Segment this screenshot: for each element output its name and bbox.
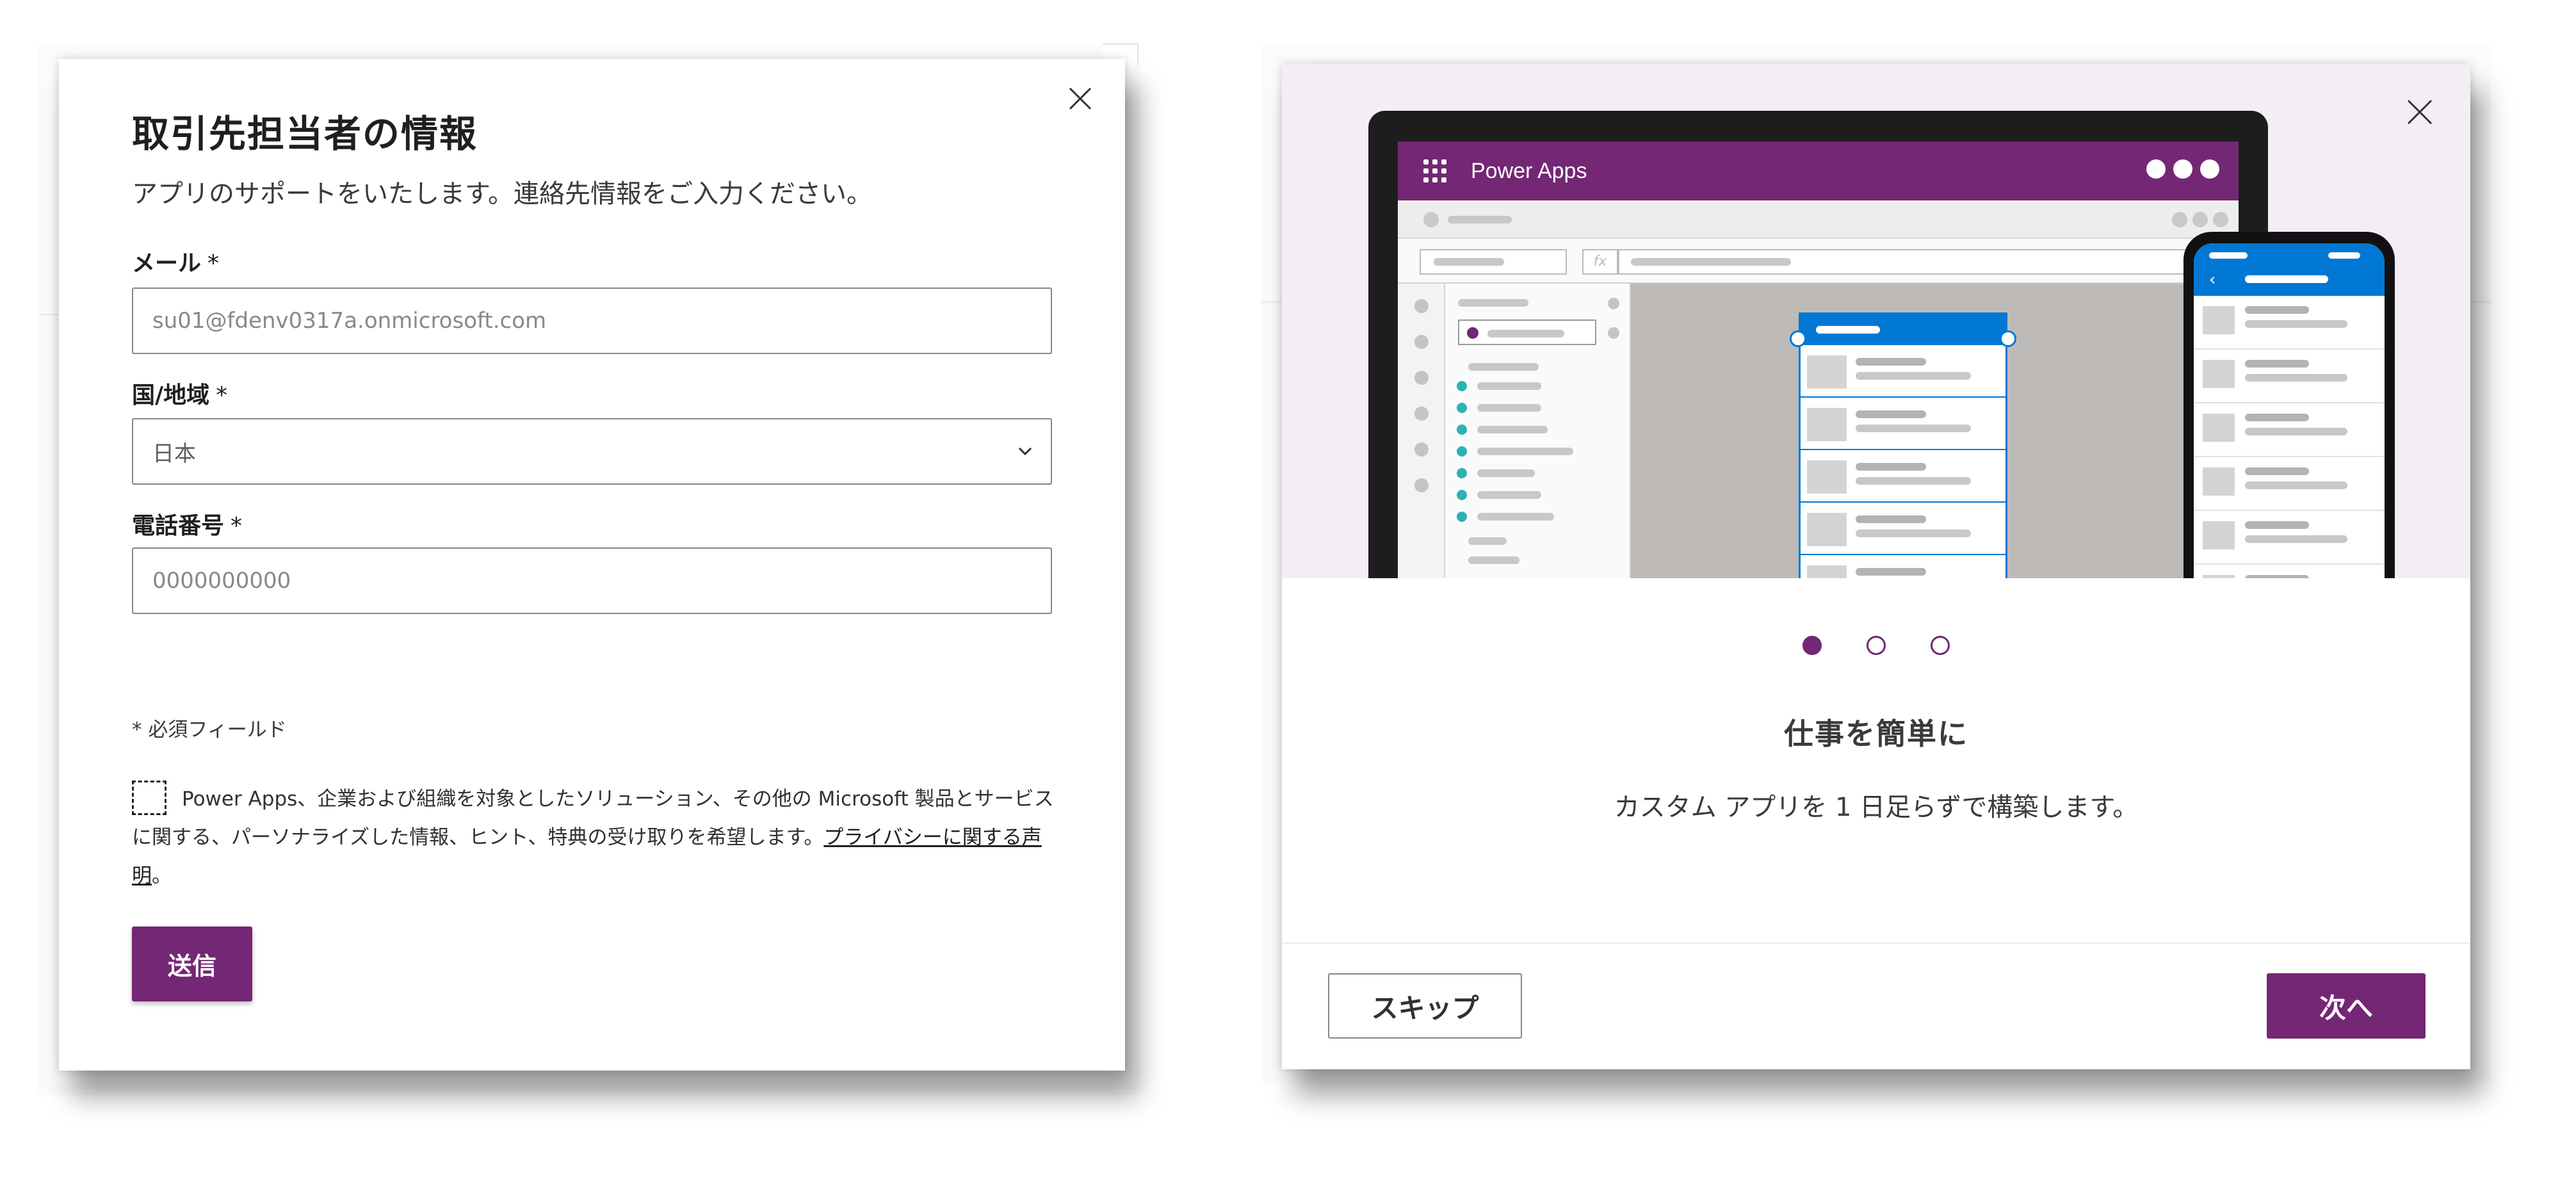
tree-view-pane — [1445, 284, 1631, 578]
consent-checkbox[interactable] — [132, 780, 166, 815]
country-label-text: 国/地域 — [132, 382, 210, 409]
phone-input[interactable] — [152, 549, 1051, 613]
contact-info-dialog: 取引先担当者の情報 アプリのサポートをいたします。連絡先情報をご入力ください。 … — [59, 59, 1125, 1071]
close-button[interactable] — [2399, 91, 2441, 133]
close-button[interactable] — [1061, 79, 1099, 118]
required-mark: * — [231, 513, 243, 539]
formula-row: fx — [1398, 239, 2239, 284]
required-fields-note: * 必須フィールド — [132, 718, 287, 741]
country-label: 国/地域 * — [132, 376, 227, 410]
required-mark: * — [207, 250, 220, 277]
gallery-control — [1799, 312, 2007, 578]
waffle-icon — [1423, 159, 1446, 182]
phone-label-text: 電話番号 — [132, 513, 225, 539]
command-row — [1398, 200, 2239, 239]
more-icon — [2146, 159, 2219, 179]
submit-button[interactable]: 送信 — [132, 927, 252, 1001]
country-select[interactable]: 日本 — [132, 418, 1052, 485]
app-header-bar: Power Apps — [1398, 142, 2239, 200]
consent-suffix: 。 — [152, 864, 172, 887]
laptop-screen: Power Apps fx — [1398, 142, 2239, 578]
phone-label: 電話番号 * — [132, 507, 242, 540]
pager-dot[interactable] — [1931, 636, 1950, 655]
country-selected-value: 日本 — [152, 441, 196, 467]
laptop-illustration: Power Apps fx — [1368, 111, 2268, 578]
required-mark: * — [216, 382, 228, 409]
marketing-consent: Power Apps、企業および組織を対象としたソリューション、その他の Mic… — [132, 780, 1060, 895]
chevron-down-icon — [1006, 432, 1044, 471]
fx-icon: fx — [1582, 249, 1618, 275]
skip-button[interactable]: スキップ — [1328, 973, 1522, 1039]
phone-illustration: ‹ — [2183, 232, 2395, 578]
close-icon — [2407, 99, 2433, 125]
dialog-subtitle: アプリのサポートをいたします。連絡先情報をご入力ください。 — [132, 179, 872, 209]
close-icon — [1069, 87, 1092, 110]
left-rail — [1398, 284, 1445, 578]
phone-screen: ‹ — [2194, 243, 2385, 578]
pager-dot[interactable] — [1802, 636, 1822, 655]
email-label-text: メール — [132, 250, 202, 277]
hero-illustration: Power Apps fx ‹ — [1282, 64, 2470, 578]
pager-dot[interactable] — [1867, 636, 1886, 655]
email-field[interactable] — [132, 287, 1052, 354]
slide-description: カスタム アプリを 1 日足らずで構築します。 — [1614, 793, 2139, 822]
welcome-dialog: Power Apps fx ‹ 仕事を簡単に カスタム アプリを 1 日足らずで… — [1282, 64, 2470, 1069]
email-label: メール * — [132, 245, 219, 278]
email-input[interactable] — [152, 289, 1051, 353]
chevron-left-icon: ‹ — [2209, 270, 2216, 289]
design-canvas — [1631, 284, 2239, 578]
slide-title: 仕事を簡単に — [1784, 716, 1968, 751]
next-button[interactable]: 次へ — [2267, 973, 2426, 1039]
app-name: Power Apps — [1471, 158, 1587, 183]
phone-field[interactable] — [132, 547, 1052, 614]
carousel-pager — [1282, 636, 2470, 655]
resize-handle — [1790, 330, 1806, 347]
footer-divider — [1282, 943, 2470, 944]
dialog-title: 取引先担当者の情報 — [132, 112, 478, 156]
resize-handle — [2000, 330, 2016, 347]
